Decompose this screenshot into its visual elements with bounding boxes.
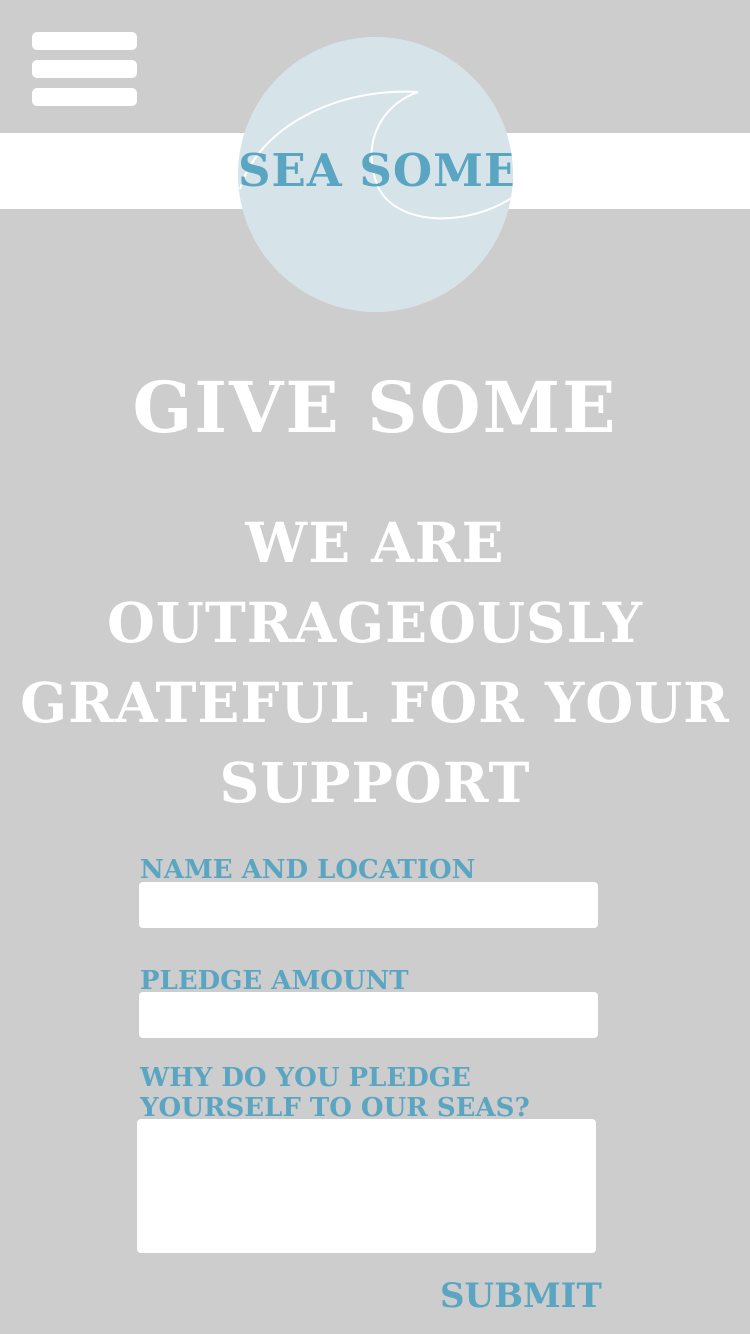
name-location-input[interactable] — [139, 882, 598, 928]
sea-some-logo[interactable]: SEA SOME — [238, 37, 513, 312]
menu-bar — [32, 60, 137, 78]
name-location-label: NAME AND LOCATION — [140, 855, 476, 885]
page-subtitle: WE ARE OUTRAGEOUSLY GRATEFUL FOR YOUR SU… — [20, 510, 730, 815]
menu-bar — [32, 88, 137, 106]
why-pledge-textarea[interactable] — [137, 1119, 596, 1253]
menu-bar — [32, 32, 137, 50]
why-pledge-label: WHY DO YOU PLEDGE YOURSELF TO OUR SEAS? — [140, 1063, 530, 1123]
logo-text: SEA SOME — [238, 144, 513, 197]
pledge-amount-input[interactable] — [139, 992, 598, 1038]
submit-button[interactable]: SUBMIT — [440, 1271, 602, 1321]
hamburger-menu-button[interactable] — [32, 32, 137, 106]
page-title: GIVE SOME — [132, 366, 618, 449]
